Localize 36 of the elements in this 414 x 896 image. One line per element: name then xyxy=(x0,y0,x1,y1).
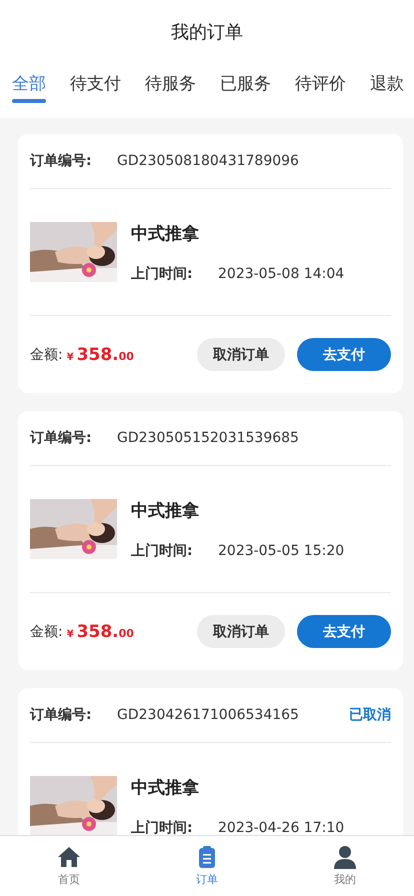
filter-tab[interactable]: 待支付 xyxy=(64,64,127,105)
pay-button[interactable]: 去支付 xyxy=(297,338,391,371)
order-number-label: 订单编号: xyxy=(30,706,93,724)
filter-tab[interactable]: 待评价 xyxy=(289,64,352,105)
page-title: 我的订单 xyxy=(171,21,243,44)
order-status: 已取消 xyxy=(349,706,391,724)
order-number: GD230426171006534165 xyxy=(117,707,299,723)
visit-time: 2023-04-26 17:10 xyxy=(218,820,344,835)
nav-tab[interactable]: 我的 xyxy=(276,836,414,896)
visit-time-label: 上门时间: xyxy=(131,819,194,835)
filter-tab[interactable]: 待服务 xyxy=(139,64,202,105)
visit-time: 2023-05-05 15:20 xyxy=(218,543,344,559)
pay-button[interactable]: 去支付 xyxy=(297,615,391,648)
order-number: GD230508180431789096 xyxy=(117,153,299,169)
amount-label: 金额: xyxy=(30,346,63,364)
visit-time: 2023-05-08 14:04 xyxy=(218,266,344,282)
filter-tab[interactable]: 已服务 xyxy=(214,64,277,105)
price: ¥ 358.00 xyxy=(66,344,134,364)
home-icon xyxy=(57,845,81,869)
amount-label: 金额: xyxy=(30,622,63,640)
cancel-order-button[interactable]: 取消订单 xyxy=(197,615,285,648)
nav-tab[interactable]: 订单 xyxy=(138,836,276,896)
service-name: 中式推拿 xyxy=(131,500,200,522)
service-name: 中式推拿 xyxy=(131,777,200,799)
nav-tab[interactable]: 首页 xyxy=(0,836,138,896)
filter-tab[interactable]: 退款 xyxy=(364,64,410,105)
order-number: GD230505152031539685 xyxy=(117,430,299,446)
order-number-label: 订单编号: xyxy=(30,152,93,170)
cancel-order-button[interactable]: 取消订单 xyxy=(197,338,285,371)
service-name: 中式推拿 xyxy=(131,223,200,245)
visit-time-label: 上门时间: xyxy=(131,265,194,283)
order-number-label: 订单编号: xyxy=(30,429,93,447)
user-icon xyxy=(333,845,357,869)
filter-tab[interactable]: 全部 xyxy=(6,64,52,105)
price: ¥ 358.00 xyxy=(66,622,134,642)
visit-time-label: 上门时间: xyxy=(131,542,194,560)
